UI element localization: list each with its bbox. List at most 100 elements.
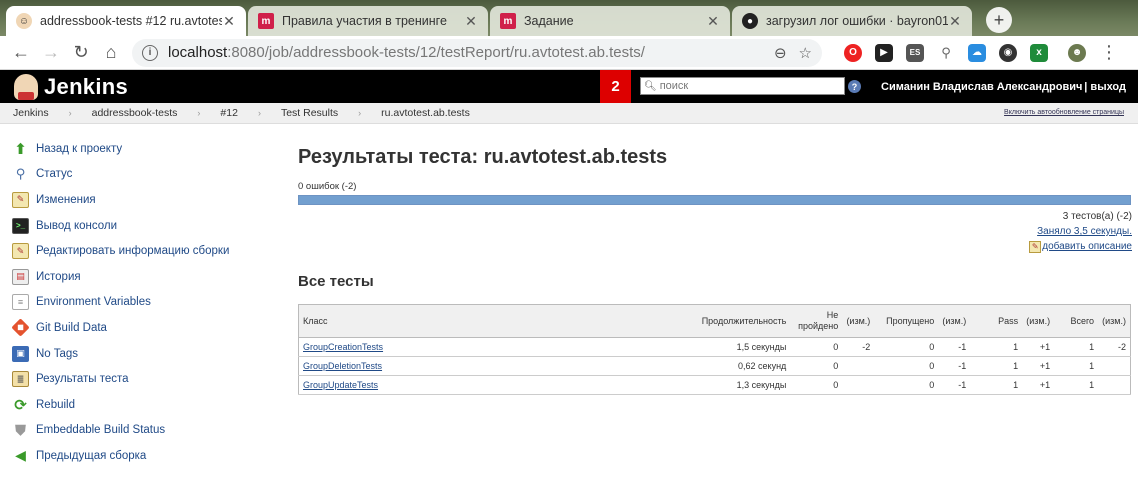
- col-failed[interactable]: Не пройдено: [790, 304, 843, 338]
- close-tab-icon[interactable]: ✕: [706, 13, 720, 30]
- cell-skipped: 0: [874, 337, 939, 357]
- url-path: :8080/job/addressbook-tests/12/testRepor…: [227, 44, 645, 61]
- edit-description-icon: ✎: [1029, 240, 1042, 253]
- sidebar-item-git-build-data[interactable]: ◆ Git Build Data: [11, 315, 272, 341]
- sidebar-item-no-tags[interactable]: ▣ No Tags: [12, 341, 272, 367]
- sidebar-item-label: История: [36, 270, 81, 283]
- chevron-right-icon: ›: [68, 108, 72, 118]
- sidebar-item-label: Предыдущая сборка: [36, 449, 147, 462]
- sidebar-item-env-vars[interactable]: ≡ Environment Variables: [12, 290, 272, 316]
- home-icon[interactable]: ⌂: [96, 39, 126, 67]
- sidebar-item-status[interactable]: ⚲ Статус: [12, 162, 272, 188]
- cell-failed: 0: [790, 337, 843, 357]
- duration-link[interactable]: Заняло 3,5 секунды.: [1037, 226, 1132, 237]
- test-class-link[interactable]: GroupCreationTests: [303, 342, 383, 352]
- col-skipped[interactable]: Пропущено: [874, 304, 939, 338]
- add-description-link[interactable]: добавить описание: [1042, 239, 1132, 254]
- reload-icon[interactable]: ↻: [66, 39, 96, 67]
- help-icon[interactable]: ?: [848, 80, 861, 93]
- jenkins-butler-icon: [14, 73, 38, 100]
- sidebar-item-build-status-badge[interactable]: ⛊ Embeddable Build Status: [12, 418, 272, 444]
- breadcrumb-test-results[interactable]: Test Results: [281, 107, 338, 119]
- breadcrumb-package[interactable]: ru.avtotest.ab.tests: [381, 107, 470, 119]
- browser-tab[interactable]: ● загрузил лог ошибки · bayron01 ✕: [732, 6, 972, 36]
- search-icon: 🔍︎: [644, 80, 657, 92]
- sidebar-item-previous-build[interactable]: ◀ Предыдущая сборка: [12, 443, 272, 469]
- test-class-link[interactable]: GroupUpdateTests: [303, 380, 378, 390]
- new-tab-button[interactable]: +: [986, 7, 1012, 33]
- shield-icon: ⛊: [15, 421, 26, 438]
- tab-title: Правила участия в тренинге: [282, 14, 447, 28]
- cell-skipped-diff: -1: [938, 356, 971, 376]
- sidebar-item-console[interactable]: >_ Вывод консоли: [12, 213, 272, 239]
- breadcrumb-build[interactable]: #12: [220, 107, 238, 119]
- m-icon: m: [258, 13, 274, 29]
- cell-pass-diff: +1: [1022, 375, 1055, 395]
- breadcrumb-job[interactable]: addressbook-tests: [92, 107, 178, 119]
- sidebar-item-label: Вывод консоли: [36, 219, 118, 232]
- address-bar[interactable]: i localhost:8080/job/addressbook-tests/1…: [132, 38, 822, 67]
- pin-extension-icon[interactable]: ⚲: [937, 43, 955, 62]
- cell-total-diff: [1098, 375, 1131, 395]
- col-total-diff[interactable]: (изм.): [1098, 304, 1131, 338]
- cell-duration: 1,3 секунды: [672, 375, 791, 395]
- excel-extension-icon[interactable]: x: [1030, 43, 1048, 62]
- logout-link[interactable]: | выход: [1084, 81, 1126, 93]
- sidebar-item-test-results[interactable]: ≣ Результаты теста: [12, 366, 272, 392]
- cell-failed: 0: [790, 356, 843, 376]
- sidebar-item-history[interactable]: ▤ История: [12, 264, 272, 290]
- col-failed-diff[interactable]: (изм.): [842, 304, 875, 338]
- test-class-link[interactable]: GroupDeletionTests: [303, 361, 382, 371]
- cell-skipped-diff: -1: [938, 337, 971, 357]
- sidebar-item-label: Embeddable Build Status: [36, 424, 166, 437]
- col-class[interactable]: Класс: [298, 304, 673, 338]
- zoom-icon[interactable]: ⊖: [774, 44, 787, 62]
- cell-total-diff: [1098, 356, 1131, 376]
- cell-duration: 0,62 секунд: [672, 356, 791, 376]
- sidebar-item-changes[interactable]: ✎ Изменения: [12, 187, 272, 213]
- left-arrow-icon: ◀: [15, 447, 26, 464]
- rebuild-icon: ⟳: [14, 396, 27, 414]
- search-input[interactable]: 🔍︎ поиск: [640, 77, 845, 95]
- back-icon[interactable]: ←: [6, 39, 36, 67]
- info-icon[interactable]: i: [142, 44, 158, 61]
- browser-tab[interactable]: m Задание ✕: [490, 6, 730, 36]
- spy-extension-icon[interactable]: ◉: [999, 43, 1017, 62]
- chevron-right-icon: ›: [358, 108, 362, 118]
- col-pass-diff[interactable]: (изм.): [1022, 304, 1055, 338]
- close-tab-icon[interactable]: ✕: [948, 13, 962, 30]
- col-pass[interactable]: Pass: [970, 304, 1023, 338]
- sidebar-item-label: Назад к проекту: [36, 142, 123, 155]
- close-tab-icon[interactable]: ✕: [464, 13, 478, 30]
- chevron-right-icon: ›: [257, 108, 261, 118]
- browser-tab[interactable]: ☺ addressbook-tests #12 ru.avtotest ✕: [6, 6, 246, 36]
- jenkins-icon: ☺: [16, 13, 32, 29]
- github-icon: ●: [742, 13, 758, 29]
- youtube-extension-icon[interactable]: ▶: [875, 43, 893, 62]
- sidebar-item-label: Git Build Data: [36, 321, 107, 334]
- notepad-icon: ✎: [12, 191, 29, 208]
- sidebar-item-rebuild[interactable]: ⟳ Rebuild: [12, 392, 272, 418]
- profile-avatar-icon[interactable]: ☻: [1068, 43, 1086, 62]
- jenkins-logo[interactable]: Jenkins: [0, 73, 128, 100]
- cloud-extension-icon[interactable]: ☁: [968, 43, 986, 62]
- url-host: localhost: [168, 44, 228, 61]
- forward-icon[interactable]: →: [36, 39, 66, 67]
- cell-failed-diff: [842, 356, 875, 376]
- breadcrumb-jenkins[interactable]: Jenkins: [13, 107, 49, 119]
- col-skipped-diff[interactable]: (изм.): [938, 304, 971, 338]
- close-tab-icon[interactable]: ✕: [222, 13, 236, 30]
- search-placeholder: поиск: [659, 80, 689, 92]
- col-duration[interactable]: Продолжительность: [672, 304, 791, 338]
- user-name-link[interactable]: Симанин Владислав Александрович: [881, 81, 1082, 93]
- opera-extension-icon[interactable]: O: [844, 43, 862, 62]
- sidebar-item-edit-build-info[interactable]: ✎ Редактировать информацию сборки: [12, 238, 272, 264]
- menu-icon[interactable]: ⋮: [1094, 39, 1124, 67]
- bookmark-star-icon[interactable]: ☆: [799, 44, 812, 62]
- browser-tab[interactable]: m Правила участия в тренинге ✕: [248, 6, 488, 36]
- autorefresh-link[interactable]: Включить автообновление страницы: [1004, 109, 1124, 116]
- sidebar-item-back-to-project[interactable]: ⬆ Назад к проекту: [12, 136, 272, 162]
- es-extension-icon[interactable]: ES: [906, 43, 924, 62]
- notification-badge[interactable]: 2: [600, 70, 631, 103]
- col-total[interactable]: Всего: [1054, 304, 1099, 338]
